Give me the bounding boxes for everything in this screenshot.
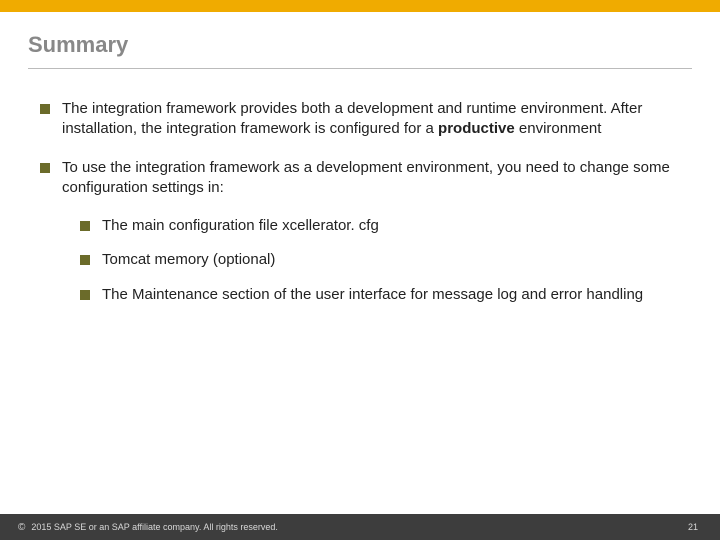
bullet-strong: productive xyxy=(438,120,515,137)
square-bullet-icon xyxy=(40,163,50,173)
copyright-text: 2015 SAP SE or an SAP affiliate company.… xyxy=(31,522,277,532)
sub-bullet-text: The main configuration file xcellerator.… xyxy=(102,216,680,236)
slide-body: The integration framework provides both … xyxy=(0,69,720,305)
square-bullet-icon xyxy=(80,255,90,265)
slide-footer: © 2015 SAP SE or an SAP affiliate compan… xyxy=(0,514,720,540)
sub-bullet-item: The Maintenance section of the user inte… xyxy=(80,285,680,305)
slide-title: Summary xyxy=(0,12,720,68)
bullet-text: To use the integration framework as a de… xyxy=(62,158,680,199)
page-number: 21 xyxy=(688,522,698,532)
square-bullet-icon xyxy=(80,290,90,300)
copyright-icon: © xyxy=(18,522,25,533)
bullet-item: To use the integration framework as a de… xyxy=(40,158,680,199)
bullet-text-post: environment xyxy=(515,120,602,137)
sub-bullet-text: Tomcat memory (optional) xyxy=(102,250,680,270)
sub-bullet-item: The main configuration file xcellerator.… xyxy=(80,216,680,236)
brand-top-bar xyxy=(0,0,720,12)
sub-bullet-text: The Maintenance section of the user inte… xyxy=(102,285,680,305)
bullet-text: The integration framework provides both … xyxy=(62,99,680,140)
bullet-item: The integration framework provides both … xyxy=(40,99,680,140)
square-bullet-icon xyxy=(80,221,90,231)
sub-bullet-item: Tomcat memory (optional) xyxy=(80,250,680,270)
footer-copyright: © 2015 SAP SE or an SAP affiliate compan… xyxy=(18,522,278,533)
square-bullet-icon xyxy=(40,104,50,114)
